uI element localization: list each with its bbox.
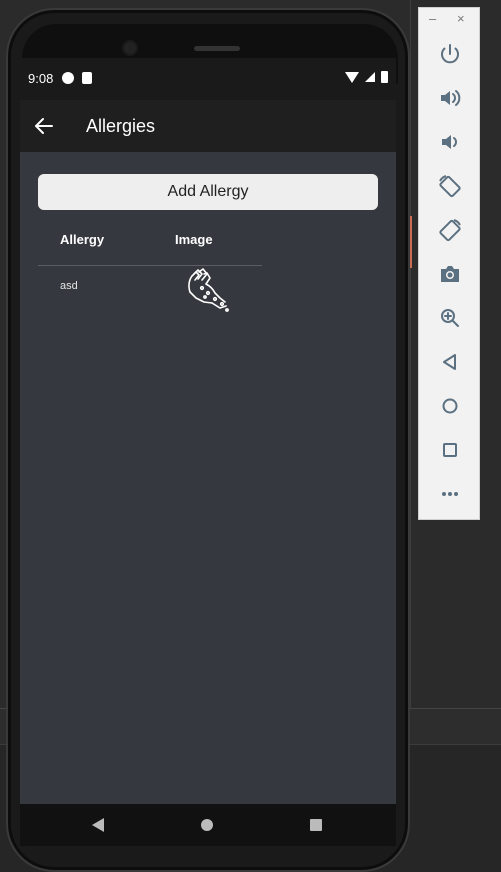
more-icon[interactable] <box>435 479 465 509</box>
rotate-right-icon[interactable] <box>435 215 465 245</box>
back-arrow-icon[interactable] <box>32 114 56 138</box>
status-time: 9:08 <box>28 71 54 86</box>
power-icon[interactable] <box>435 39 465 69</box>
cell-signal-icon <box>365 72 375 82</box>
skin-rash-hand-icon <box>182 266 230 312</box>
system-nav-bar <box>20 804 396 846</box>
allergy-name-cell: asd <box>60 280 78 292</box>
page-title: Allergies <box>86 116 156 136</box>
status-bar: 9:08 <box>20 58 396 100</box>
rotate-left-icon[interactable] <box>435 171 465 201</box>
volume-down-icon[interactable] <box>435 127 465 157</box>
column-header-image: Image <box>175 232 213 247</box>
camera-icon[interactable] <box>435 259 465 289</box>
back-icon[interactable] <box>435 347 465 377</box>
earpiece-speaker <box>194 46 240 51</box>
status-icons <box>345 71 388 83</box>
panel-close-button[interactable]: × <box>457 11 465 26</box>
zoom-icon[interactable] <box>435 303 465 333</box>
sd-card-icon <box>82 72 92 84</box>
column-header-allergy: Allergy <box>60 232 105 247</box>
nav-back-icon[interactable] <box>92 818 104 832</box>
table-row[interactable]: asd <box>38 266 262 312</box>
front-camera-icon <box>122 40 138 56</box>
overview-icon[interactable] <box>435 435 465 465</box>
nav-home-icon[interactable] <box>201 819 213 831</box>
nav-overview-icon[interactable] <box>310 819 322 831</box>
home-icon[interactable] <box>435 391 465 421</box>
notification-icon <box>62 72 74 84</box>
wifi-icon <box>345 71 359 83</box>
battery-icon <box>381 71 388 83</box>
emulator-tool-panel: – × <box>418 7 480 520</box>
phone-screen: 9:08 Allergies Add Allergy Allergy Image… <box>20 58 396 846</box>
panel-minimize-button[interactable]: – <box>429 11 436 26</box>
add-allergy-button[interactable]: Add Allergy <box>38 174 378 210</box>
app-bar: Allergies <box>20 100 396 152</box>
volume-up-icon[interactable] <box>435 83 465 113</box>
